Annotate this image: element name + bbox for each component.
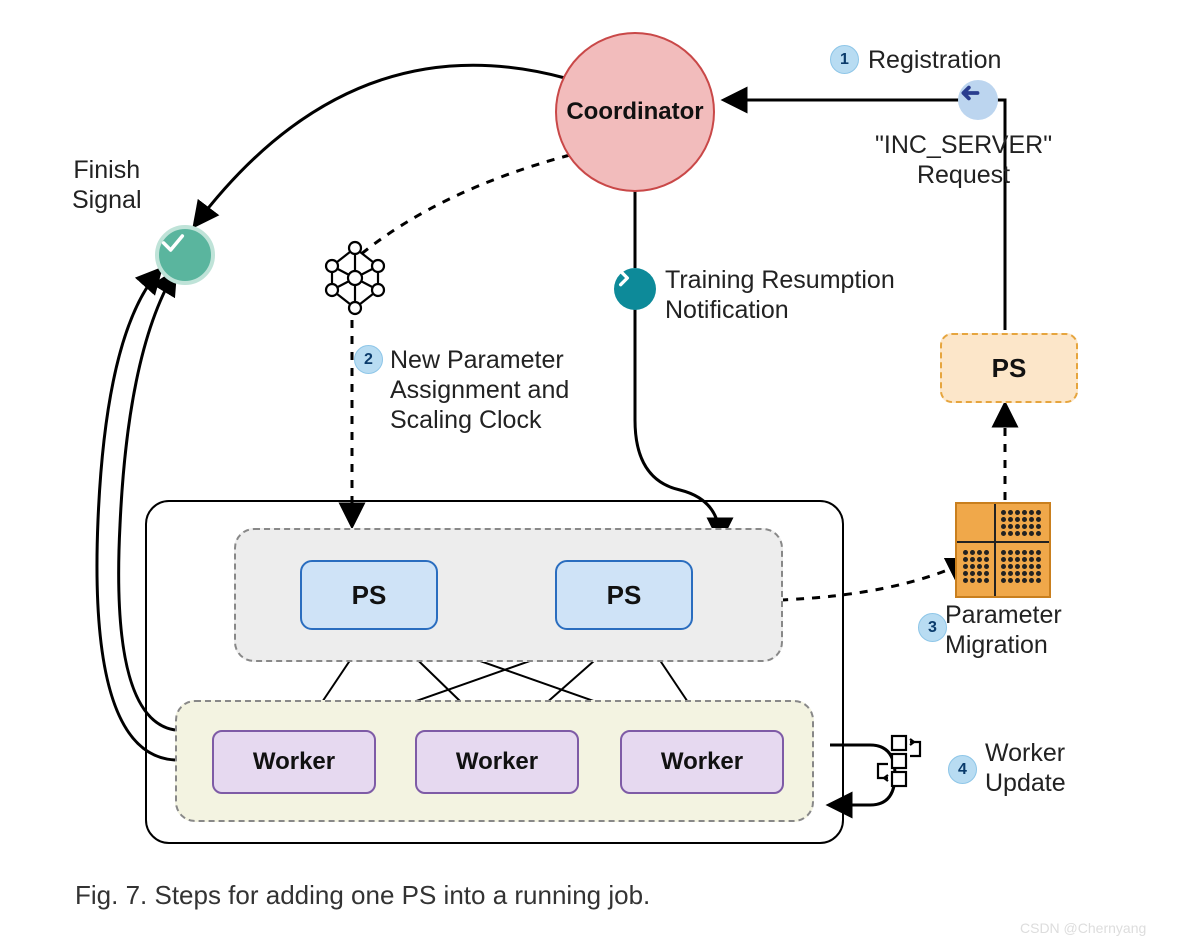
parameter-matrix-icon [955, 502, 1051, 598]
ps-node-1: PS [300, 560, 438, 630]
checkmark-icon [155, 225, 215, 285]
step-badge-4: 4 [948, 755, 977, 784]
worker-node-2: Worker [415, 730, 579, 794]
worker-update-icon [870, 730, 930, 790]
step-badge-3: 3 [918, 613, 947, 642]
registration-label: Registration [868, 45, 1001, 75]
arrow-left-icon [958, 80, 998, 120]
finish-signal-label: Finish Signal [72, 155, 142, 215]
step-badge-2: 2 [354, 345, 383, 374]
inc-server-request-label: "INC_SERVER" Request [875, 130, 1052, 190]
worker-node-1: Worker [212, 730, 376, 794]
ps-label-2: PS [607, 580, 642, 611]
worker-label-2: Worker [456, 748, 538, 776]
coordinator-label: Coordinator [566, 98, 703, 126]
chevron-right-icon [614, 268, 656, 310]
worker-label-1: Worker [253, 748, 335, 776]
coordinator-node: Coordinator [555, 32, 715, 192]
worker-update-label: Worker Update [985, 738, 1066, 798]
ps-node-2: PS [555, 560, 693, 630]
new-parameter-label: New Parameter Assignment and Scaling Clo… [390, 345, 569, 435]
worker-node-3: Worker [620, 730, 784, 794]
parameter-migration-label: Parameter Migration [945, 600, 1062, 660]
network-graph-icon [320, 238, 390, 318]
ps-label-1: PS [352, 580, 387, 611]
training-resumption-label: Training Resumption Notification [665, 265, 895, 325]
ps-label-new: PS [992, 353, 1027, 384]
ps-node-new: PS [940, 333, 1078, 403]
watermark-text: CSDN @Chernyang [1020, 920, 1146, 936]
worker-label-3: Worker [661, 748, 743, 776]
step-badge-1: 1 [830, 45, 859, 74]
figure-caption: Fig. 7. Steps for adding one PS into a r… [75, 880, 650, 911]
